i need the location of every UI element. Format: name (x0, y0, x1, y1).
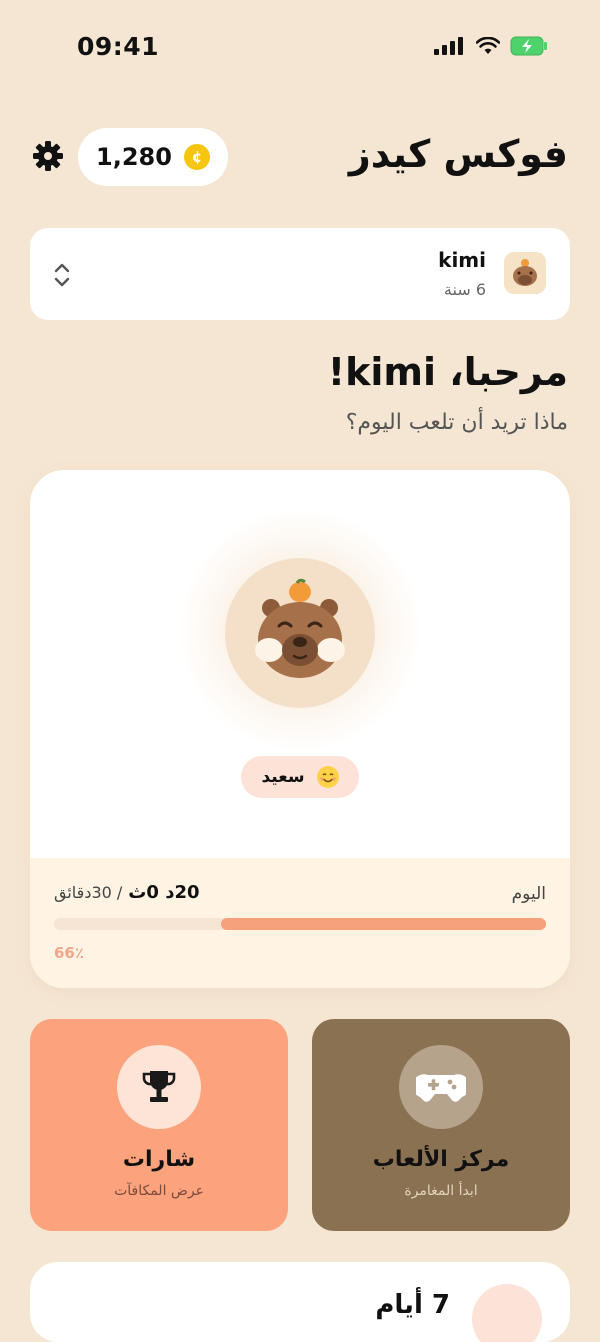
time-used-value: 20د 0ث (128, 882, 200, 903)
profile-age: 6 سنة (443, 280, 486, 299)
games-hub-tile[interactable]: مركز الألعاب ابدأ المغامرة (312, 1019, 570, 1231)
battery-charging-icon (510, 36, 547, 56)
mood-badge: سعيد (241, 756, 359, 798)
badges-title: شارات (122, 1147, 196, 1172)
streak-icon (472, 1284, 542, 1342)
coin-icon: ¢ (183, 144, 210, 170)
avatar (504, 252, 546, 294)
greeting-subtitle: ماذا تريد أن تلعب اليوم؟ (345, 410, 568, 435)
gamepad-icon (416, 1074, 466, 1102)
trophy-icon-wrap (117, 1045, 201, 1129)
screen-time-progress-fill (221, 918, 546, 930)
gamepad-icon-wrap (399, 1045, 483, 1129)
streak-text: 7 أيام (375, 1290, 450, 1320)
trophy-icon (142, 1071, 176, 1102)
badges-subtitle: عرض المكافآت (114, 1183, 204, 1199)
smile-emoji-icon (316, 766, 339, 788)
capybara-avatar-icon (513, 259, 537, 286)
streak-card[interactable]: 7 أيام (30, 1262, 570, 1342)
profile-name: kimi (438, 248, 486, 272)
games-title: مركز الألعاب (372, 1147, 510, 1172)
coin-count: 1,280 (96, 143, 172, 171)
wifi-icon (476, 37, 500, 54)
time-limit: / 30دقائق (54, 883, 123, 902)
top-header: 1,280 ¢ فوكس كيدز (0, 120, 600, 196)
profile-switcher[interactable]: kimi 6 سنة (30, 228, 570, 320)
badges-tile[interactable]: شارات عرض المكافآت (30, 1019, 288, 1231)
greeting-title: مرحبا، kimi! (327, 350, 568, 394)
status-bar: 09:41 (0, 0, 600, 96)
status-time: 09:41 (77, 32, 160, 61)
today-label: اليوم (511, 884, 546, 904)
progress-percent: 66٪ (54, 944, 85, 962)
chevron-up-down-icon (54, 263, 70, 287)
signal-icon (434, 37, 463, 55)
mood-label: سعيد (261, 767, 305, 787)
coin-balance[interactable]: 1,280 ¢ (78, 128, 228, 186)
screen-time-section: اليوم 20د 0ث / 30دقائق 66٪ (30, 858, 570, 988)
status-icons (434, 36, 548, 56)
settings-gear-icon[interactable] (32, 140, 64, 172)
pet-card[interactable]: سعيد اليوم 20د 0ث / 30دقائق 66٪ (30, 470, 570, 988)
app-title: فوكس كيدز (348, 132, 568, 176)
screen-time-progress-track (54, 918, 546, 930)
time-used: 20د 0ث / 30دقائق (54, 882, 200, 903)
capybara-pet-icon[interactable] (245, 578, 355, 688)
games-subtitle: ابدأ المغامرة (404, 1183, 478, 1199)
